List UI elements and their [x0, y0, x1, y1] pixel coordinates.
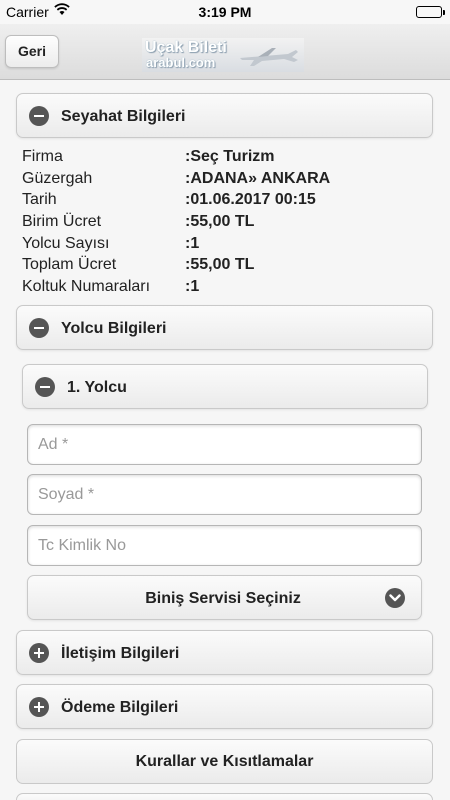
- chevron-down-icon: [385, 588, 405, 608]
- boarding-service-select[interactable]: Biniş Servisi Seçiniz: [27, 575, 422, 620]
- contact-info-header[interactable]: İletişim Bilgileri: [16, 630, 433, 675]
- info-row-route: Güzergah :ADANA» ANKARA: [22, 168, 432, 190]
- passenger-info-header[interactable]: Yolcu Bilgileri: [16, 305, 433, 350]
- date-label: Tarih: [22, 191, 57, 209]
- tc-id-input[interactable]: Tc Kimlik No: [27, 525, 422, 566]
- back-button[interactable]: Geri: [5, 35, 59, 68]
- airplane-icon: [240, 48, 298, 66]
- unit-price-value: :55,00 TL: [185, 213, 255, 231]
- total-price-label: Toplam Ücret: [22, 256, 117, 274]
- expand-icon: [29, 697, 49, 717]
- payment-info-header[interactable]: Ödeme Bilgileri: [16, 684, 433, 729]
- info-row-date: Tarih :01.06.2017 00:15: [22, 189, 432, 211]
- collapse-icon: [35, 377, 55, 397]
- info-row-unit-price: Birim Ücret :55,00 TL: [22, 211, 432, 233]
- passenger-1-header[interactable]: 1. Yolcu: [22, 364, 428, 409]
- info-row-seats: Koltuk Numaraları :1: [22, 276, 432, 298]
- section-title: İletişim Bilgileri: [61, 645, 180, 662]
- section-title: 1. Yolcu: [67, 379, 127, 396]
- total-price-value: :55,00 TL: [185, 256, 255, 274]
- clock: 3:19 PM: [198, 4, 252, 20]
- route-value: :ADANA» ANKARA: [185, 169, 331, 187]
- info-row-firma: Firma :Seç Turizm: [22, 146, 432, 168]
- section-title: Seyahat Bilgileri: [61, 108, 186, 125]
- rules-button[interactable]: Kurallar ve Kısıtlamalar: [16, 739, 433, 784]
- logo: Uçak Bileti arabul.com: [142, 38, 304, 72]
- unit-price-label: Birim Ücret: [22, 213, 102, 231]
- next-panel-edge: [16, 793, 433, 800]
- expand-icon: [29, 643, 49, 663]
- status-bar: Carrier 3:19 PM: [0, 0, 450, 24]
- travel-info-header[interactable]: Seyahat Bilgileri: [16, 93, 433, 138]
- name-input[interactable]: Ad *: [27, 424, 422, 465]
- surname-input[interactable]: Soyad *: [27, 474, 422, 515]
- firma-value: :Seç Turizm: [185, 148, 275, 165]
- header: Geri Uçak Bileti arabul.com: [0, 24, 450, 80]
- passenger-count-label: Yolcu Sayısı: [22, 234, 110, 252]
- passenger-count-value: :1: [185, 234, 200, 252]
- info-row-total: Toplam Ücret :55,00 TL: [22, 254, 432, 276]
- travel-info-table: Firma :Seç Turizm Güzergah :ADANA» ANKAR…: [22, 146, 432, 298]
- collapse-icon: [29, 106, 49, 126]
- route-label: Güzergah: [22, 169, 93, 187]
- firma-label: Firma: [22, 148, 63, 165]
- battery-icon: [416, 6, 445, 18]
- seat-numbers-label: Koltuk Numaraları: [22, 278, 151, 296]
- date-value: :01.06.2017 00:15: [185, 191, 316, 209]
- section-title: Yolcu Bilgileri: [61, 320, 167, 337]
- collapse-icon: [29, 318, 49, 338]
- info-row-passenger-count: Yolcu Sayısı :1: [22, 233, 432, 255]
- seat-numbers-value: :1: [185, 278, 200, 296]
- select-label: Biniş Servisi Seçiniz: [145, 590, 301, 607]
- logo-line2: arabul.com: [146, 55, 216, 70]
- section-title: Ödeme Bilgileri: [61, 699, 179, 716]
